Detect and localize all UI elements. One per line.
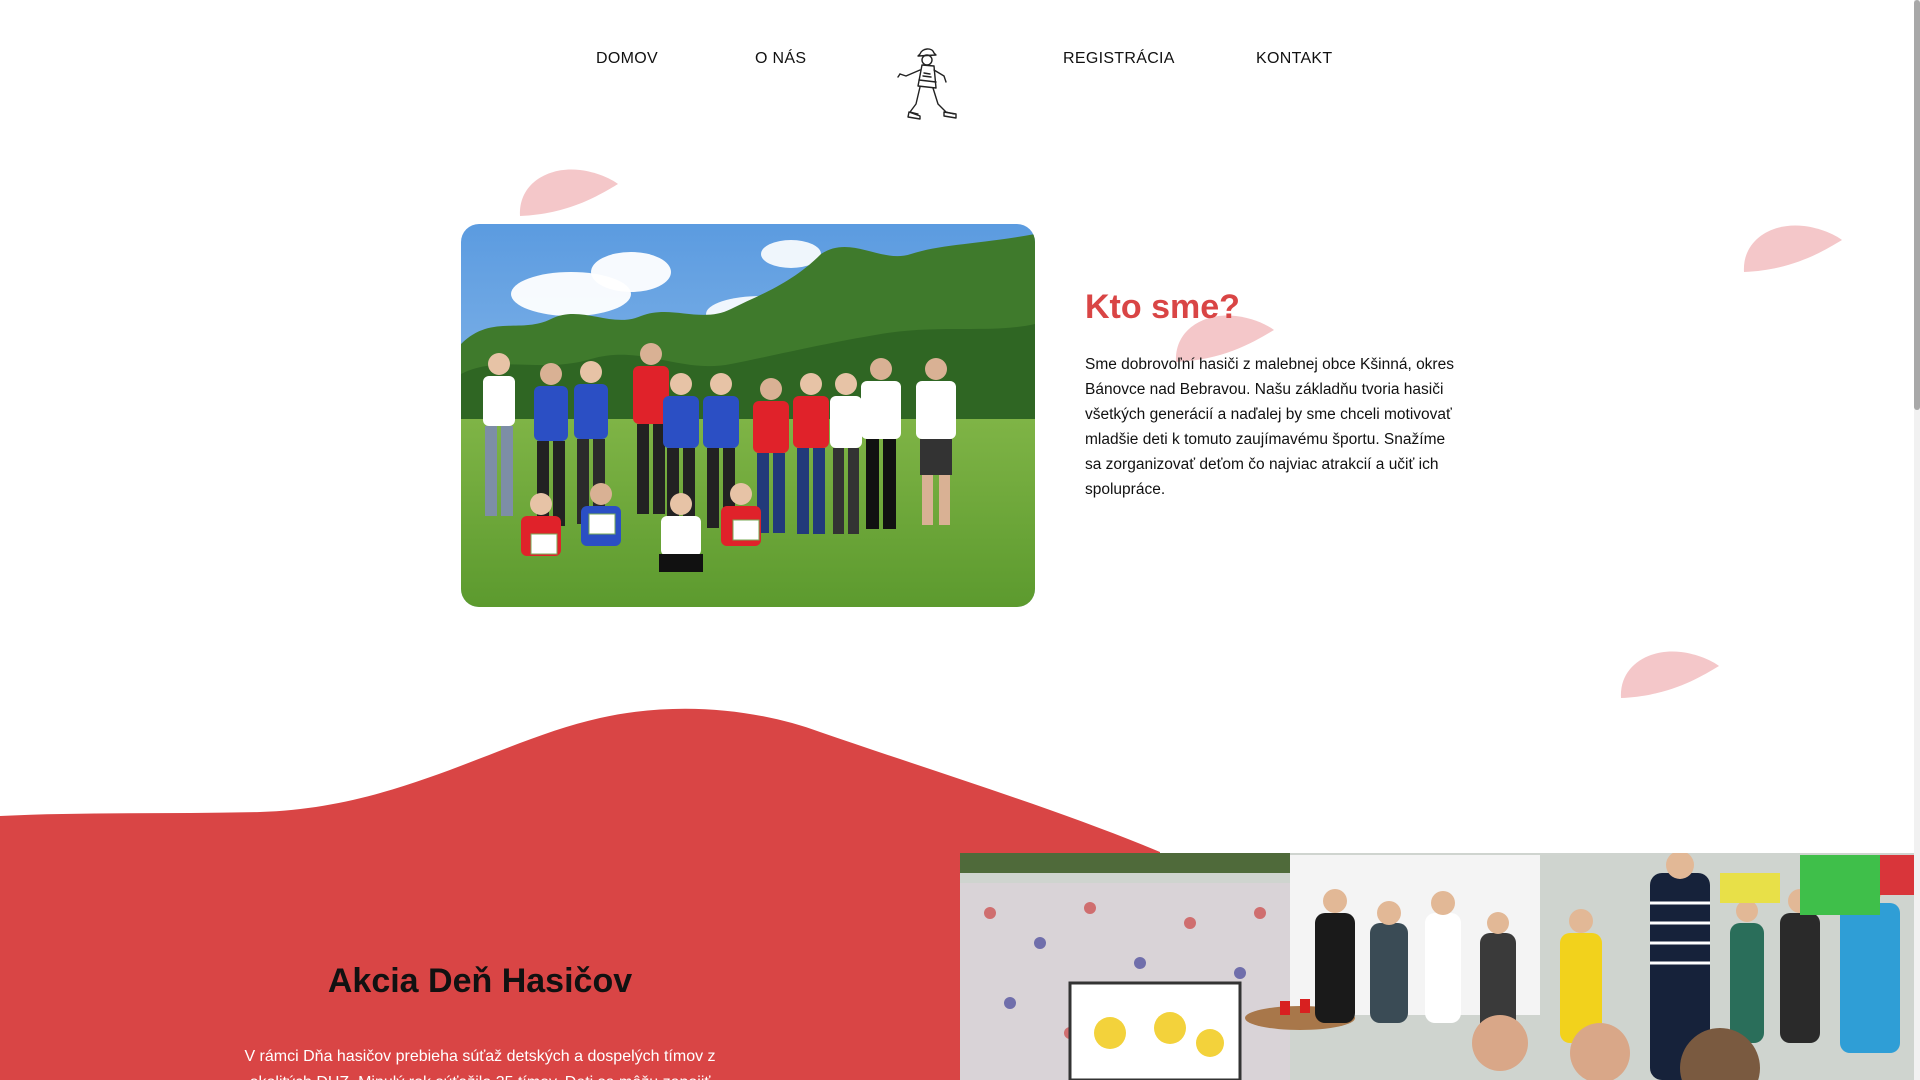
nav-o-nas[interactable]: O NÁS	[755, 50, 806, 68]
petal-decoration	[1743, 225, 1842, 272]
event-title: Akcia Deň Hasičov	[327, 962, 633, 1000]
scrollbar-thumb[interactable]	[1914, 0, 1920, 410]
nav-domov[interactable]: DOMOV	[596, 50, 658, 68]
nav-registracia[interactable]: REGISTRÁCIA	[1063, 50, 1175, 68]
about-title: Kto sme?	[1085, 288, 1240, 326]
about-text: Sme dobrovoľní hasiči z malebnej obce Kš…	[1085, 356, 1454, 498]
event-text: V rámci Dňa hasičov prebieha súťaž detsk…	[244, 1048, 716, 1080]
main-nav: DOMOV O NÁS REGISTRÁCIA KONTAKT	[0, 0, 1920, 140]
event-photo	[960, 853, 1920, 1080]
firefighter-logo-icon[interactable]	[896, 46, 968, 122]
nav-kontakt[interactable]: KONTAKT	[1256, 50, 1332, 68]
page: DOMOV O NÁS REGISTRÁCIA KONTAKT Kto sme?…	[0, 0, 1920, 1080]
team-photo	[461, 224, 1035, 607]
petal-decoration	[519, 169, 618, 216]
petal-decoration	[1620, 651, 1719, 698]
page-scrollbar[interactable]	[1914, 0, 1920, 1080]
